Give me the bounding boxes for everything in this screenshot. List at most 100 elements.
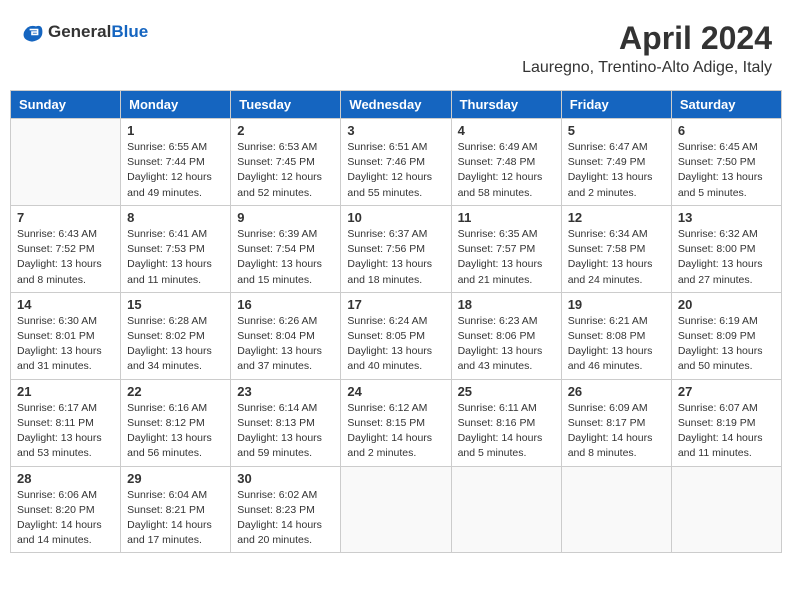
day-number: 24 — [347, 384, 444, 399]
day-number: 18 — [458, 297, 555, 312]
day-info: Sunrise: 6:06 AMSunset: 8:20 PMDaylight:… — [17, 488, 114, 549]
calendar: SundayMondayTuesdayWednesdayThursdayFrid… — [10, 90, 782, 553]
day-header-thursday: Thursday — [451, 91, 561, 119]
day-info: Sunrise: 6:53 AMSunset: 7:45 PMDaylight:… — [237, 140, 334, 201]
day-number: 28 — [17, 471, 114, 486]
day-info: Sunrise: 6:37 AMSunset: 7:56 PMDaylight:… — [347, 227, 444, 288]
day-cell: 8 Sunrise: 6:41 AMSunset: 7:53 PMDaylight… — [121, 205, 231, 292]
day-info: Sunrise: 6:19 AMSunset: 8:09 PMDaylight:… — [678, 314, 775, 375]
day-cell: 23 Sunrise: 6:14 AMSunset: 8:13 PMDayligh… — [231, 379, 341, 466]
day-number: 7 — [17, 210, 114, 225]
day-number: 1 — [127, 123, 224, 138]
day-cell: 10 Sunrise: 6:37 AMSunset: 7:56 PMDayligh… — [341, 205, 451, 292]
day-cell: 11Sunrise: 6:35 AMSunset: 7:57 PMDayligh… — [451, 205, 561, 292]
day-cell: 4Sunrise: 6:49 AMSunset: 7:48 PMDaylight… — [451, 119, 561, 206]
day-cell: 20 Sunrise: 6:19 AMSunset: 8:09 PMDayligh… — [671, 292, 781, 379]
day-cell: 25 Sunrise: 6:11 AMSunset: 8:16 PMDayligh… — [451, 379, 561, 466]
day-number: 21 — [17, 384, 114, 399]
day-number: 25 — [458, 384, 555, 399]
day-header-sunday: Sunday — [11, 91, 121, 119]
week-row-4: 21Sunrise: 6:17 AMSunset: 8:11 PMDayligh… — [11, 379, 782, 466]
day-cell: 27 Sunrise: 6:07 AMSunset: 8:19 PMDayligh… — [671, 379, 781, 466]
day-info: Sunrise: 6:55 AMSunset: 7:44 PMDaylight:… — [127, 140, 224, 201]
day-number: 4 — [458, 123, 555, 138]
subtitle: Lauregno, Trentino-Alto Adige, Italy — [522, 59, 772, 77]
logo-text: GeneralBlue — [48, 22, 148, 42]
day-number: 30 — [237, 471, 334, 486]
day-info: Sunrise: 6:12 AMSunset: 8:15 PMDaylight:… — [347, 401, 444, 462]
day-cell — [451, 466, 561, 553]
day-header-monday: Monday — [121, 91, 231, 119]
day-cell: 17Sunrise: 6:24 AMSunset: 8:05 PMDayligh… — [341, 292, 451, 379]
day-cell: 19 Sunrise: 6:21 AMSunset: 8:08 PMDayligh… — [561, 292, 671, 379]
header: GeneralBlue April 2024 Lauregno, Trentin… — [10, 10, 782, 82]
day-cell — [341, 466, 451, 553]
day-number: 20 — [678, 297, 775, 312]
day-cell: 29 Sunrise: 6:04 AMSunset: 8:21 PMDayligh… — [121, 466, 231, 553]
day-cell: 18Sunrise: 6:23 AMSunset: 8:06 PMDayligh… — [451, 292, 561, 379]
week-row-1: 1 Sunrise: 6:55 AMSunset: 7:44 PMDaylight… — [11, 119, 782, 206]
day-info: Sunrise: 6:11 AMSunset: 8:16 PMDaylight:… — [458, 401, 555, 462]
logo-blue: Blue — [111, 22, 148, 41]
day-number: 19 — [568, 297, 665, 312]
day-info: Sunrise: 6:14 AMSunset: 8:13 PMDaylight:… — [237, 401, 334, 462]
day-info: Sunrise: 6:51 AMSunset: 7:46 PMDaylight:… — [347, 140, 444, 201]
day-info: Sunrise: 6:43 AMSunset: 7:52 PMDaylight:… — [17, 227, 114, 288]
day-info: Sunrise: 6:34 AMSunset: 7:58 PMDaylight:… — [568, 227, 665, 288]
day-cell: 24 Sunrise: 6:12 AMSunset: 8:15 PMDayligh… — [341, 379, 451, 466]
day-info: Sunrise: 6:24 AMSunset: 8:05 PMDaylight:… — [347, 314, 444, 375]
day-info: Sunrise: 6:39 AMSunset: 7:54 PMDaylight:… — [237, 227, 334, 288]
day-cell — [11, 119, 121, 206]
day-number: 3 — [347, 123, 444, 138]
day-number: 15 — [127, 297, 224, 312]
day-number: 6 — [678, 123, 775, 138]
day-info: Sunrise: 6:21 AMSunset: 8:08 PMDaylight:… — [568, 314, 665, 375]
day-number: 14 — [17, 297, 114, 312]
day-info: Sunrise: 6:04 AMSunset: 8:21 PMDaylight:… — [127, 488, 224, 549]
day-cell — [671, 466, 781, 553]
day-number: 29 — [127, 471, 224, 486]
day-info: Sunrise: 6:09 AMSunset: 8:17 PMDaylight:… — [568, 401, 665, 462]
day-number: 9 — [237, 210, 334, 225]
day-cell: 30Sunrise: 6:02 AMSunset: 8:23 PMDayligh… — [231, 466, 341, 553]
week-row-2: 7 Sunrise: 6:43 AMSunset: 7:52 PMDaylight… — [11, 205, 782, 292]
day-info: Sunrise: 6:16 AMSunset: 8:12 PMDaylight:… — [127, 401, 224, 462]
day-number: 8 — [127, 210, 224, 225]
week-row-3: 14 Sunrise: 6:30 AMSunset: 8:01 PMDayligh… — [11, 292, 782, 379]
day-info: Sunrise: 6:28 AMSunset: 8:02 PMDaylight:… — [127, 314, 224, 375]
day-header-wednesday: Wednesday — [341, 91, 451, 119]
day-info: Sunrise: 6:45 AMSunset: 7:50 PMDaylight:… — [678, 140, 775, 201]
day-info: Sunrise: 6:07 AMSunset: 8:19 PMDaylight:… — [678, 401, 775, 462]
header-row: SundayMondayTuesdayWednesdayThursdayFrid… — [11, 91, 782, 119]
day-number: 5 — [568, 123, 665, 138]
day-cell: 26 Sunrise: 6:09 AMSunset: 8:17 PMDayligh… — [561, 379, 671, 466]
day-info: Sunrise: 6:47 AMSunset: 7:49 PMDaylight:… — [568, 140, 665, 201]
day-number: 22 — [127, 384, 224, 399]
day-cell: 22 Sunrise: 6:16 AMSunset: 8:12 PMDayligh… — [121, 379, 231, 466]
day-cell: 7 Sunrise: 6:43 AMSunset: 7:52 PMDaylight… — [11, 205, 121, 292]
day-number: 12 — [568, 210, 665, 225]
day-cell: 9 Sunrise: 6:39 AMSunset: 7:54 PMDaylight… — [231, 205, 341, 292]
day-cell: 6 Sunrise: 6:45 AMSunset: 7:50 PMDaylight… — [671, 119, 781, 206]
day-header-friday: Friday — [561, 91, 671, 119]
day-number: 26 — [568, 384, 665, 399]
day-cell: 21Sunrise: 6:17 AMSunset: 8:11 PMDayligh… — [11, 379, 121, 466]
day-info: Sunrise: 6:41 AMSunset: 7:53 PMDaylight:… — [127, 227, 224, 288]
day-header-tuesday: Tuesday — [231, 91, 341, 119]
day-cell — [561, 466, 671, 553]
day-number: 23 — [237, 384, 334, 399]
day-number: 16 — [237, 297, 334, 312]
day-info: Sunrise: 6:32 AMSunset: 8:00 PMDaylight:… — [678, 227, 775, 288]
day-cell: 12 Sunrise: 6:34 AMSunset: 7:58 PMDayligh… — [561, 205, 671, 292]
day-number: 11 — [458, 210, 555, 225]
day-number: 13 — [678, 210, 775, 225]
day-header-saturday: Saturday — [671, 91, 781, 119]
day-number: 10 — [347, 210, 444, 225]
day-cell: 14 Sunrise: 6:30 AMSunset: 8:01 PMDayligh… — [11, 292, 121, 379]
day-cell: 15 Sunrise: 6:28 AMSunset: 8:02 PMDayligh… — [121, 292, 231, 379]
logo-general: General — [48, 22, 111, 41]
day-cell: 3 Sunrise: 6:51 AMSunset: 7:46 PMDaylight… — [341, 119, 451, 206]
day-number: 2 — [237, 123, 334, 138]
day-number: 27 — [678, 384, 775, 399]
day-info: Sunrise: 6:30 AMSunset: 8:01 PMDaylight:… — [17, 314, 114, 375]
